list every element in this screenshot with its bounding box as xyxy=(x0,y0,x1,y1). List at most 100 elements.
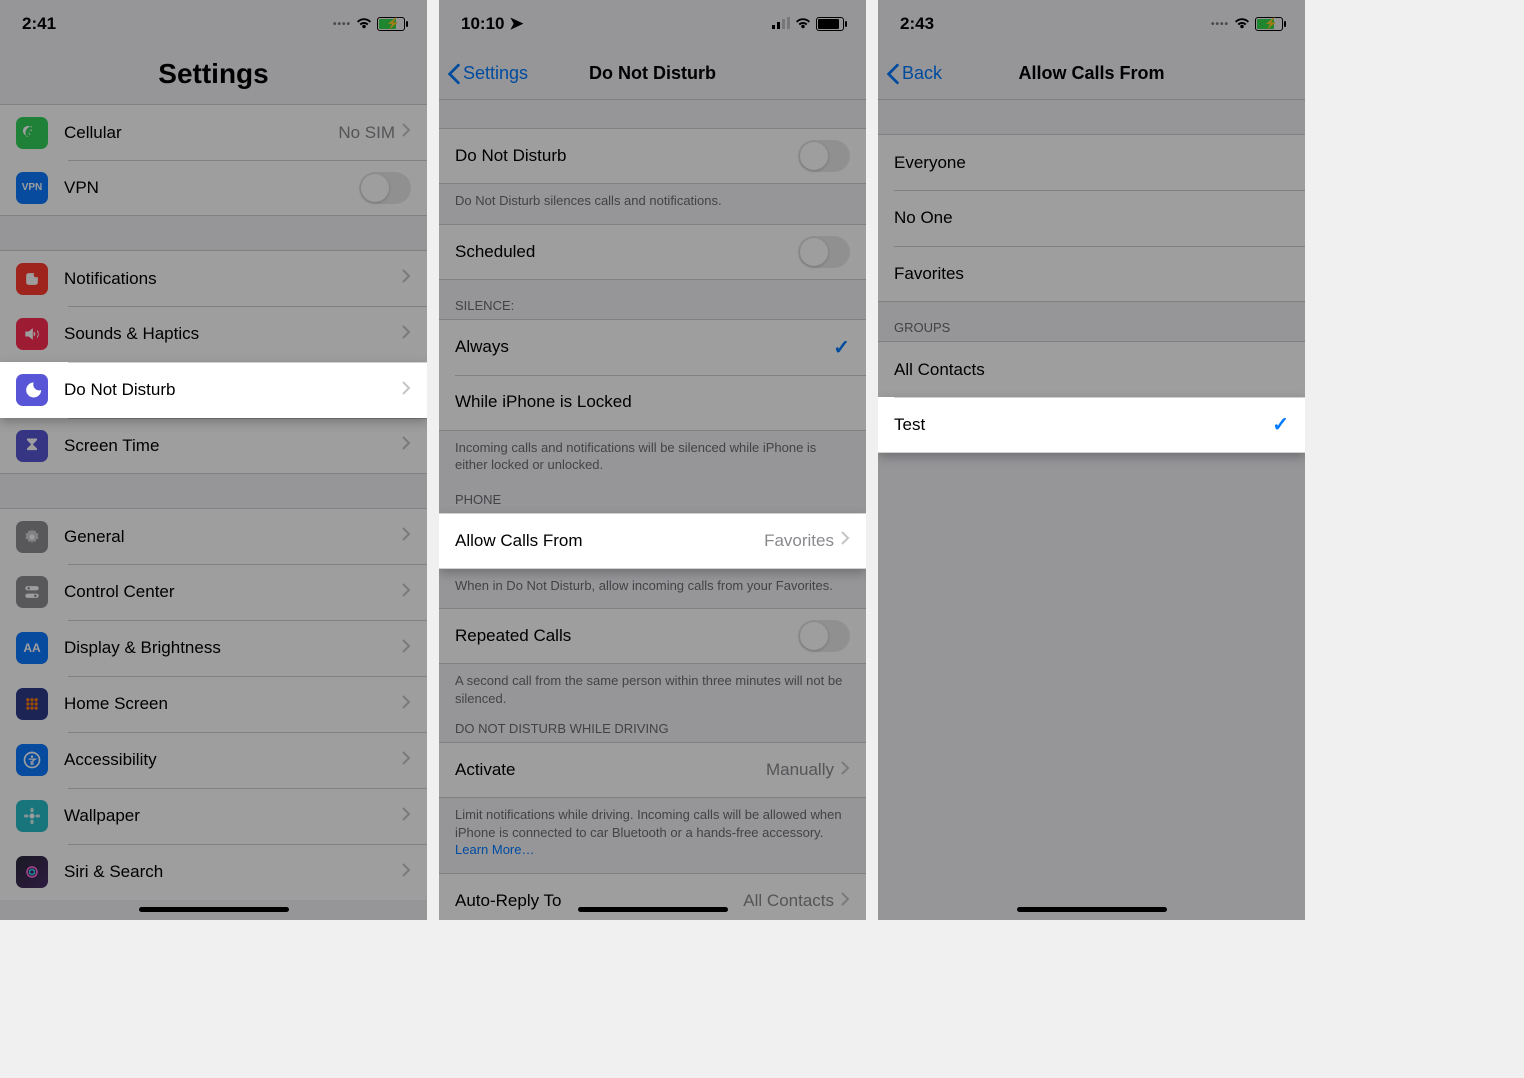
battery-icon xyxy=(816,17,844,31)
signal-icon xyxy=(772,16,790,32)
row-favorites[interactable]: Favorites xyxy=(878,246,1305,302)
row-label: Accessibility xyxy=(64,750,401,770)
header-driving: DO NOT DISTURB WHILE DRIVING xyxy=(439,721,866,742)
back-button[interactable]: Back xyxy=(886,63,942,85)
row-cellular[interactable]: Cellular No SIM xyxy=(0,104,427,160)
repeated-toggle[interactable] xyxy=(798,620,850,652)
row-activate[interactable]: Activate Manually xyxy=(439,742,866,798)
row-label: Activate xyxy=(455,760,766,780)
row-do-not-disturb[interactable]: Do Not Disturb xyxy=(0,362,427,418)
row-detail: Favorites xyxy=(764,531,834,551)
row-label: While iPhone is Locked xyxy=(455,392,850,412)
footer-repeated: A second call from the same person withi… xyxy=(439,664,866,721)
row-control-center[interactable]: Control Center xyxy=(0,564,427,620)
row-sounds[interactable]: Sounds & Haptics xyxy=(0,306,427,362)
back-label: Settings xyxy=(463,63,528,84)
row-general[interactable]: General xyxy=(0,508,427,564)
row-label: General xyxy=(64,527,401,547)
page-title: Settings xyxy=(0,48,427,104)
status-bar: 2:41 •••• ⚡ xyxy=(0,0,427,48)
row-wallpaper[interactable]: Wallpaper xyxy=(0,788,427,844)
row-detail: Manually xyxy=(766,760,834,780)
row-screen-time[interactable]: Screen Time xyxy=(0,418,427,474)
row-vpn[interactable]: VPN VPN xyxy=(0,160,427,216)
battery-icon: ⚡ xyxy=(1255,17,1283,31)
row-home-screen[interactable]: Home Screen xyxy=(0,676,427,732)
status-dots: •••• xyxy=(1211,19,1229,30)
dnd-list[interactable]: Do Not Disturb Do Not Disturb silences c… xyxy=(439,100,866,920)
home-indicator[interactable] xyxy=(578,907,728,912)
wifi-icon xyxy=(794,16,812,33)
row-allow-calls-from[interactable]: Allow Calls From Favorites xyxy=(439,513,866,569)
row-label: VPN xyxy=(64,178,359,198)
accessibility-icon xyxy=(16,744,48,776)
row-all-contacts[interactable]: All Contacts xyxy=(878,341,1305,397)
row-notifications[interactable]: Notifications xyxy=(0,250,427,306)
row-label: Screen Time xyxy=(64,436,401,456)
chevron-right-icon xyxy=(401,324,411,345)
chevron-right-icon xyxy=(401,122,411,143)
nav-bar: Settings Do Not Disturb xyxy=(439,48,866,100)
row-label: Do Not Disturb xyxy=(455,146,798,166)
row-label: Home Screen xyxy=(64,694,401,714)
screen-dnd: 10:10 ➤ Settings Do Not Disturb Do Not D… xyxy=(439,0,866,920)
checkmark-icon: ✓ xyxy=(1272,412,1289,437)
moon-icon xyxy=(16,374,48,406)
row-dnd-toggle[interactable]: Do Not Disturb xyxy=(439,128,866,184)
row-label: All Contacts xyxy=(894,360,1289,380)
row-test-group[interactable]: Test ✓ xyxy=(878,397,1305,453)
chevron-right-icon xyxy=(401,582,411,603)
row-label: Display & Brightness xyxy=(64,638,401,658)
row-label: Do Not Disturb xyxy=(64,380,401,400)
vpn-toggle[interactable] xyxy=(359,172,411,204)
footer-allow: When in Do Not Disturb, allow incoming c… xyxy=(439,569,866,609)
chevron-right-icon xyxy=(840,530,850,551)
status-right: •••• ⚡ xyxy=(333,16,405,33)
row-display[interactable]: AA Display & Brightness xyxy=(0,620,427,676)
row-scheduled[interactable]: Scheduled xyxy=(439,224,866,280)
nav-bar: Back Allow Calls From xyxy=(878,48,1305,100)
row-label: Wallpaper xyxy=(64,806,401,826)
row-label: Notifications xyxy=(64,269,401,289)
row-repeated-calls[interactable]: Repeated Calls xyxy=(439,608,866,664)
screen-settings: 2:41 •••• ⚡ Settings Cellular No SIM VPN… xyxy=(0,0,427,920)
status-time: 10:10 ➤ xyxy=(461,14,523,34)
row-auto-reply-to[interactable]: Auto-Reply To All Contacts xyxy=(439,873,866,920)
text-size-icon: AA xyxy=(16,632,48,664)
row-label: Test xyxy=(894,415,1272,435)
home-indicator[interactable] xyxy=(1017,907,1167,912)
row-label: Siri & Search xyxy=(64,862,401,882)
learn-more-link[interactable]: Learn More… xyxy=(455,842,534,857)
row-detail: All Contacts xyxy=(743,891,834,911)
chevron-right-icon xyxy=(401,806,411,827)
siri-icon xyxy=(16,856,48,888)
chevron-right-icon xyxy=(401,862,411,883)
chevron-right-icon xyxy=(401,435,411,456)
screen-allow-calls: 2:43 •••• ⚡ Back Allow Calls From Everyo… xyxy=(878,0,1305,920)
status-dots: •••• xyxy=(333,19,351,30)
row-everyone[interactable]: Everyone xyxy=(878,134,1305,190)
header-silence: SILENCE: xyxy=(439,280,866,319)
row-accessibility[interactable]: Accessibility xyxy=(0,732,427,788)
status-time: 2:41 xyxy=(22,14,56,34)
row-no-one[interactable]: No One xyxy=(878,190,1305,246)
hourglass-icon xyxy=(16,430,48,462)
chevron-right-icon xyxy=(401,526,411,547)
row-locked[interactable]: While iPhone is Locked xyxy=(439,375,866,431)
chevron-right-icon xyxy=(401,380,411,401)
chevron-right-icon xyxy=(840,891,850,912)
row-detail: No SIM xyxy=(338,123,395,143)
home-indicator[interactable] xyxy=(139,907,289,912)
scheduled-toggle[interactable] xyxy=(798,236,850,268)
chevron-right-icon xyxy=(401,268,411,289)
status-right: •••• ⚡ xyxy=(1211,16,1283,33)
checkmark-icon: ✓ xyxy=(833,335,850,360)
flower-icon xyxy=(16,800,48,832)
back-button[interactable]: Settings xyxy=(447,63,528,85)
row-always[interactable]: Always ✓ xyxy=(439,319,866,375)
row-siri[interactable]: Siri & Search xyxy=(0,844,427,900)
header-groups: GROUPS xyxy=(878,302,1305,341)
row-label: Cellular xyxy=(64,123,338,143)
dnd-toggle[interactable] xyxy=(798,140,850,172)
row-label: Repeated Calls xyxy=(455,626,798,646)
